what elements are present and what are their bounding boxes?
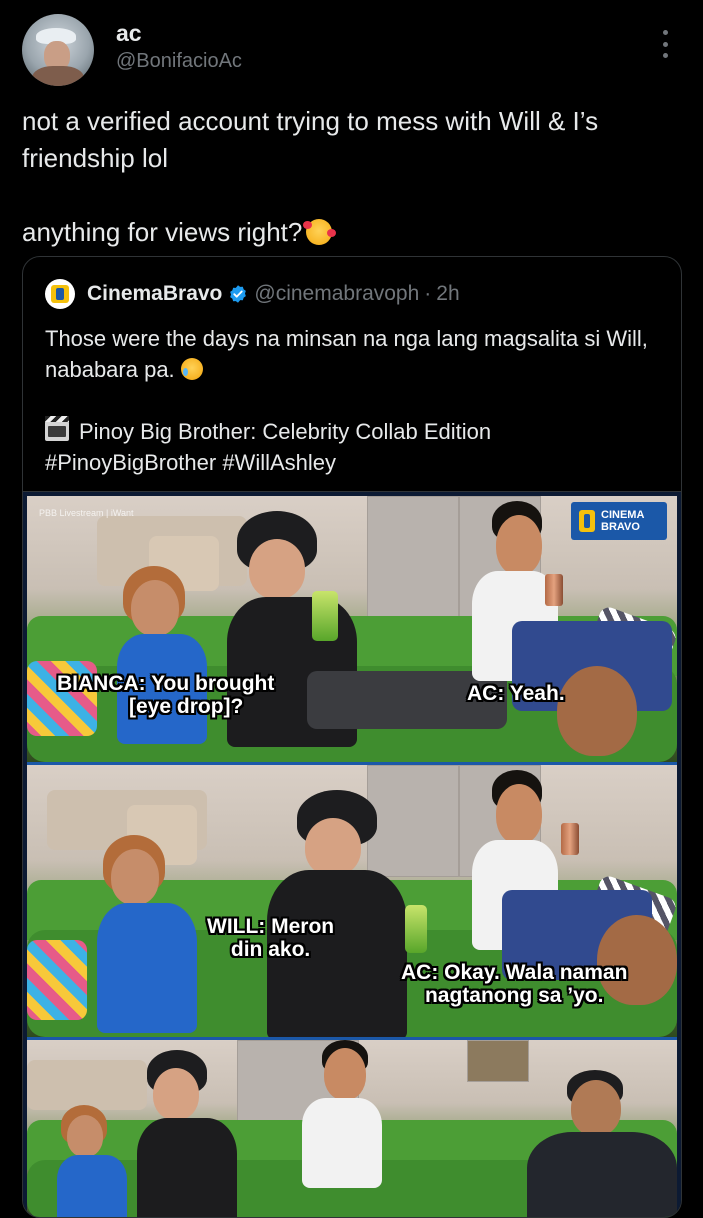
livestream-watermark: PBB Livestream | iWant (39, 508, 134, 518)
cinemabravo-mark-icon (579, 510, 595, 532)
logo-word: BRAVO (601, 521, 640, 533)
ottoman (27, 1060, 147, 1110)
author-avatar[interactable] (22, 14, 94, 86)
quoted-hashtags[interactable]: #PinoyBigBrother #WillAshley (45, 447, 665, 478)
wall (367, 765, 459, 877)
wall-frame (467, 1040, 529, 1082)
drink-can (545, 574, 563, 606)
caption-ac-okay: AC: Okay. Wala naman nagtanong sa ’yo. (401, 961, 627, 1007)
tweet-line-with-emoji: anything for views right? (22, 214, 682, 251)
quoted-tweet-header: CinemaBravo @cinemabravoph · 2h (45, 279, 460, 309)
scene-panel-2: WILL: Meron din ako. AC: Okay. Wala nama… (27, 765, 677, 1040)
tweet-line: not a verified account trying to mess wi… (22, 106, 599, 173)
pillow (27, 940, 87, 1020)
quoted-line: Those were the days na minsan na nga lan… (45, 323, 665, 385)
quoted-media-image[interactable]: PBB Livestream | iWant CINEMA BRAVO BIANC… (23, 491, 681, 1217)
cinemabravo-avatar[interactable] (45, 279, 75, 309)
verified-badge-icon (230, 285, 247, 303)
more-vertical-icon[interactable] (658, 30, 672, 58)
show-title: Pinoy Big Brother: Celebrity Collab Edit… (79, 419, 492, 444)
green-bottle (405, 905, 427, 953)
cinemabravo-logo: CINEMA BRAVO (571, 502, 667, 540)
author-display-name[interactable]: ac (116, 20, 142, 47)
smiling-face-with-hearts-icon (303, 219, 337, 245)
quoted-line-text: Those were the days na minsan na nga lan… (45, 326, 648, 382)
quoted-tweet[interactable]: CinemaBravo @cinemabravoph · 2h Those we… (22, 256, 682, 1218)
caption-ac-yeah: AC: Yeah. (467, 682, 565, 705)
quoted-timestamp[interactable]: 2h (436, 282, 459, 306)
caption-will: WILL: Meron din ako. (207, 915, 334, 961)
drink-can (561, 823, 579, 855)
smiling-face-with-tear-icon (180, 358, 203, 380)
scene-panel-3 (27, 1040, 677, 1217)
caption-line: nagtanong sa ’yo. (424, 984, 604, 1007)
author-handle[interactable]: @BonifacioAc (116, 50, 242, 73)
green-bottle (312, 591, 338, 641)
caption-line: din ako. (230, 938, 311, 961)
wall (367, 496, 459, 618)
tweet-line-text: anything for views right? (22, 217, 303, 247)
quoted-tweet-text: Those were the days na minsan na nga lan… (45, 323, 665, 478)
scene-panel-1: PBB Livestream | iWant CINEMA BRAVO BIANC… (27, 496, 677, 765)
caption-line: BIANCA: You brought (57, 672, 275, 695)
quoted-handle[interactable]: @cinemabravoph (254, 282, 419, 306)
quoted-display-name[interactable]: CinemaBravo (87, 282, 222, 306)
tweet-text: not a verified account trying to mess wi… (22, 103, 682, 251)
quoted-line-show: Pinoy Big Brother: Celebrity Collab Edit… (45, 416, 665, 447)
avatar-body (32, 66, 84, 86)
logo-word: CINEMA (601, 509, 645, 521)
caption-bianca: BIANCA: You brought [eye drop]? (57, 672, 274, 718)
caption-line: [eye drop]? (129, 695, 244, 718)
separator-dot: · (424, 282, 432, 305)
clapper-board-icon (45, 416, 69, 441)
caption-line: AC: Okay. Wala naman (401, 961, 628, 984)
caption-line: WILL: Meron (207, 915, 335, 938)
